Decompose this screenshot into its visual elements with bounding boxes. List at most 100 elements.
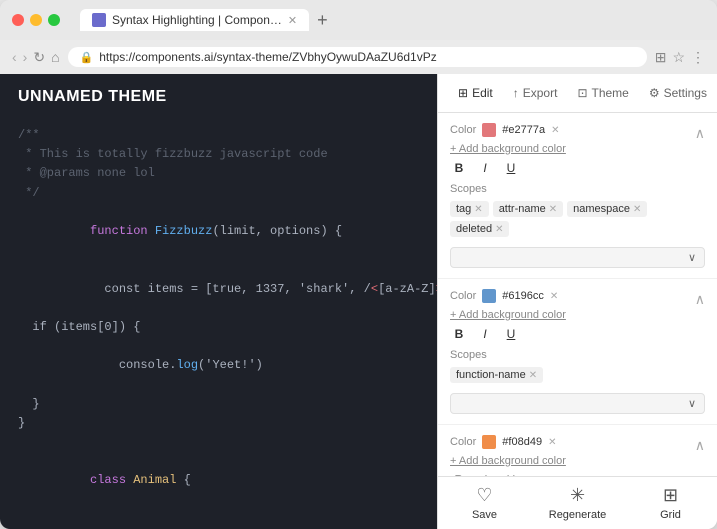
chevron-up-icon-1[interactable]: ∧ <box>695 125 705 142</box>
chevron-up-icon-2[interactable]: ∧ <box>695 291 705 308</box>
code-token: ('Yeet!') <box>198 358 263 372</box>
color-swatch-2[interactable] <box>482 289 496 303</box>
traffic-lights <box>12 14 60 26</box>
code-token: function <box>90 224 155 238</box>
dropdown-btn-1[interactable]: ∨ <box>450 247 705 268</box>
nav-buttons: ‹ › ↻ ⌂ <box>12 49 60 66</box>
scope-tags-2: function-name ✕ <box>450 367 566 383</box>
code-token: (limit, options) { <box>212 224 342 238</box>
back-button[interactable]: ‹ <box>12 49 17 66</box>
code-token: * @params none lol <box>18 166 155 180</box>
code-line: /** <box>18 126 419 145</box>
underline-btn-1[interactable]: U <box>502 161 520 175</box>
scope-tag-remove[interactable]: ✕ <box>549 204 557 215</box>
code-line: if (items[0]) { <box>18 318 419 337</box>
scope-tag-remove[interactable]: ✕ <box>633 204 641 215</box>
close-button[interactable] <box>12 14 24 26</box>
tab-close-button[interactable]: ✕ <box>288 14 297 27</box>
heart-icon: ♡ <box>476 485 492 506</box>
url-text: https://components.ai/syntax-theme/ZVbhy… <box>99 50 436 64</box>
color-header-3: Color #f08d49 ✕ <box>450 435 566 449</box>
color-label: Color <box>450 124 476 136</box>
browser-window: Syntax Highlighting | Compon… ✕ + ‹ › ↻ … <box>0 0 717 529</box>
add-bg-color-3[interactable]: + Add background color <box>450 455 566 467</box>
scope-tag-remove[interactable]: ✕ <box>529 370 537 381</box>
tab-bar: Syntax Highlighting | Compon… ✕ + <box>80 9 705 31</box>
color-label: Color <box>450 290 476 302</box>
code-token: > <box>436 282 437 296</box>
chevron-down-icon-1: ∨ <box>688 251 696 264</box>
code-line: * @params none lol <box>18 164 419 183</box>
edit-tab-icon: ⊞ <box>458 86 468 100</box>
code-token: /** <box>18 128 40 142</box>
save-button[interactable]: ♡ Save <box>438 477 531 529</box>
chevron-up-icon-3[interactable]: ∧ <box>695 437 705 454</box>
grid-icon: ⊞ <box>663 485 678 506</box>
save-label: Save <box>472 509 497 521</box>
tab-title: Syntax Highlighting | Compon… <box>112 13 282 27</box>
fullscreen-button[interactable] <box>48 14 60 26</box>
dropdown-btn-2[interactable]: ∨ <box>450 393 705 414</box>
url-bar[interactable]: 🔒 https://components.ai/syntax-theme/ZVb… <box>68 47 647 67</box>
lock-icon: 🔒 <box>80 51 94 64</box>
scope-tag: tag ✕ <box>450 201 489 217</box>
regenerate-label: Regenerate <box>549 509 607 521</box>
tab-favicon <box>92 13 106 27</box>
color-swatch-1[interactable] <box>482 123 496 137</box>
minimize-button[interactable] <box>30 14 42 26</box>
code-token: console. <box>90 358 176 372</box>
color-remove-2[interactable]: ✕ <box>550 291 558 302</box>
code-panel: UNNAMED THEME /** * This is totally fizz… <box>0 74 437 529</box>
color-header-2: Color #6196cc ✕ <box>450 289 566 303</box>
regenerate-icon: ✳ <box>570 485 585 506</box>
color-swatch-3[interactable] <box>482 435 496 449</box>
grid-button[interactable]: ⊞ Grid <box>624 477 717 529</box>
regenerate-button[interactable]: ✳ Regenerate <box>531 477 624 529</box>
color-header-1: Color #e2777a ✕ <box>450 123 695 137</box>
scope-tag: function-name ✕ <box>450 367 543 383</box>
scope-tag: deleted ✕ <box>450 221 509 237</box>
code-token: */ <box>18 186 40 200</box>
italic-btn-2[interactable]: I <box>476 327 494 341</box>
code-token: * This is totally fizzbuzz javascript co… <box>18 147 328 161</box>
main-content: UNNAMED THEME /** * This is totally fizz… <box>0 74 717 529</box>
formatting-btns-2: B I U <box>450 327 566 341</box>
forward-button[interactable]: › <box>23 49 28 66</box>
scope-tag-remove[interactable]: ✕ <box>495 224 503 235</box>
right-panel: ⊞ Edit ↑ Export ⊡ Theme ⚙ Settings <box>437 74 717 529</box>
page-title: UNNAMED THEME <box>18 88 167 105</box>
color-remove-1[interactable]: ✕ <box>551 125 559 136</box>
scope-tag-remove[interactable]: ✕ <box>474 204 482 215</box>
tab-settings[interactable]: ⚙ Settings <box>641 82 715 104</box>
code-token: const items = [true, 1337, 'shark', / <box>90 282 371 296</box>
underline-btn-2[interactable]: U <box>502 327 520 341</box>
code-token: log <box>176 358 198 372</box>
add-bg-color-1[interactable]: + Add background color <box>450 143 695 155</box>
grid-label: Grid <box>660 509 681 521</box>
bookmark-icon[interactable]: ☆ <box>672 49 685 66</box>
scope-tags-1: tag ✕ attr-name ✕ namespace ✕ deleted ✕ <box>450 201 695 237</box>
new-tab-button[interactable]: + <box>317 10 328 31</box>
extensions-icon: ⊞ <box>655 49 667 66</box>
tab-theme[interactable]: ⊡ Theme <box>569 82 636 104</box>
scope-tag: attr-name ✕ <box>493 201 563 217</box>
tab-edit-label: Edit <box>472 86 493 100</box>
active-tab[interactable]: Syntax Highlighting | Compon… ✕ <box>80 9 309 31</box>
formatting-btns-1: B I U <box>450 161 695 175</box>
tab-export[interactable]: ↑ Export <box>505 82 566 104</box>
code-line: } <box>18 395 419 414</box>
panel-tabs: ⊞ Edit ↑ Export ⊡ Theme ⚙ Settings <box>438 74 717 113</box>
color-section-1: Color #e2777a ✕ + Add background color B… <box>438 113 717 279</box>
home-button[interactable]: ⌂ <box>51 49 59 66</box>
code-token: Animal <box>133 473 176 487</box>
refresh-button[interactable]: ↻ <box>33 49 45 66</box>
italic-btn-1[interactable]: I <box>476 161 494 175</box>
color-value-1: #e2777a <box>502 124 545 136</box>
bold-btn-2[interactable]: B <box>450 327 468 341</box>
add-bg-color-2[interactable]: + Add background color <box>450 309 566 321</box>
tab-edit[interactable]: ⊞ Edit <box>450 82 501 104</box>
menu-icon[interactable]: ⋮ <box>691 49 705 66</box>
bold-btn-1[interactable]: B <box>450 161 468 175</box>
color-remove-3[interactable]: ✕ <box>548 437 556 448</box>
address-actions: ⊞ ☆ ⋮ <box>655 49 705 66</box>
